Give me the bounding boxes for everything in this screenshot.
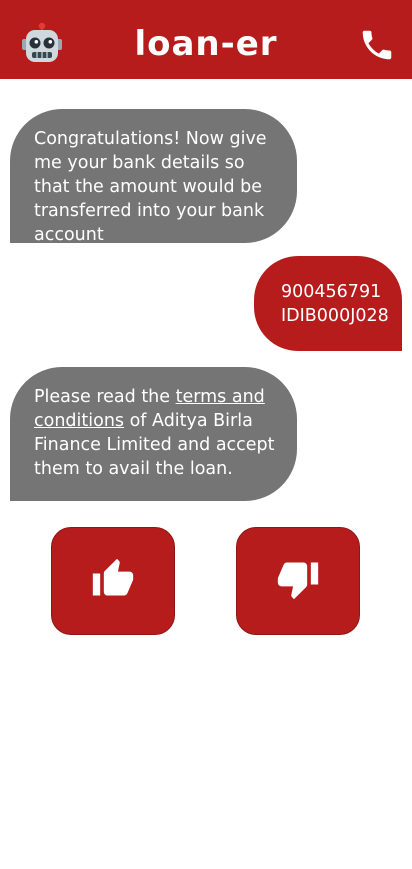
user-message: 900456791 IDIB000J028 [254, 256, 402, 351]
bot-message: Congratulations! Now give me your bank d… [10, 109, 297, 245]
message-text: Congratulations! Now give me your bank d… [34, 129, 267, 245]
accept-button[interactable] [51, 527, 175, 635]
app-header: loan-er [0, 0, 412, 79]
thumbs-up-icon [91, 557, 135, 605]
thumbs-down-icon [276, 557, 320, 605]
ifsc-code-text: IDIB000J028 [281, 306, 389, 326]
bot-message: Please read the terms and conditions of … [10, 367, 297, 501]
message-text-before-link: Please read the [34, 387, 176, 407]
phone-icon[interactable] [358, 26, 396, 64]
account-number-text: 900456791 [281, 282, 382, 302]
reject-button[interactable] [236, 527, 360, 635]
app-title: loan-er [134, 24, 278, 64]
